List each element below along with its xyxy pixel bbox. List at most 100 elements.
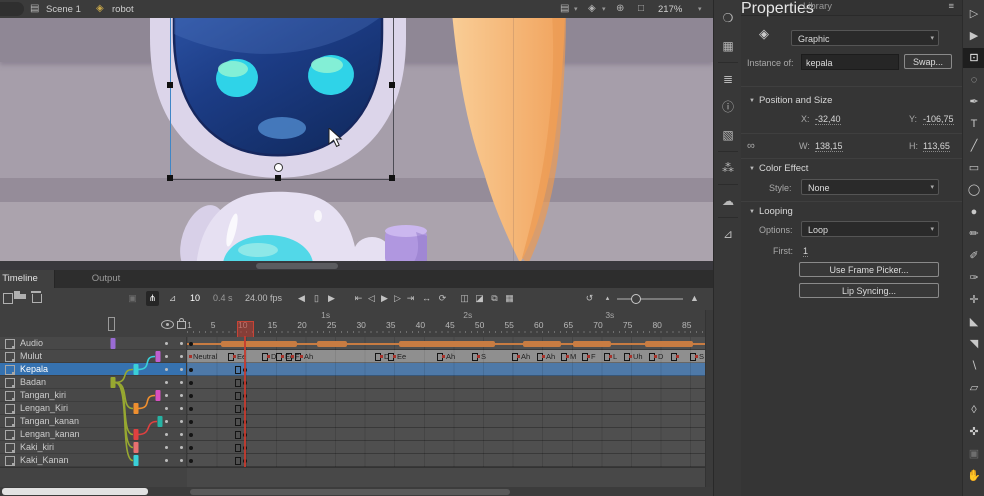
link-dimensions-icon[interactable]: ∞ [747,140,755,152]
info-panel-icon[interactable]: ⓘ [714,95,742,119]
layer-parent-chip[interactable] [111,338,116,349]
rectangle-tool[interactable]: ▭ [963,158,984,178]
frame-row-Kaki_kiri[interactable] [187,441,705,454]
graph-editor-toggle-icon[interactable]: ⊿ [166,291,179,306]
x-value[interactable]: -32,40 [815,114,841,125]
selection-tool[interactable]: ▷ [963,4,984,24]
layer-parent-chip[interactable] [111,377,116,388]
frame-row-Lengan_kanan[interactable] [187,428,705,441]
layer-parent-chip[interactable] [134,442,139,453]
current-frame-button[interactable]: ▯ [310,291,323,306]
eyedropper-tool[interactable]: ∖ [963,356,984,376]
frame-row-Lengan_Kiri[interactable] [187,402,705,415]
play-button[interactable]: ▶ [378,291,391,306]
step-forward-button[interactable]: ▷ [391,291,404,306]
layer-parent-chip[interactable] [134,364,139,375]
scene-menu-icon[interactable]: ▤ [560,3,569,15]
center-playhead-button[interactable]: ↔ [420,291,433,306]
width-tool[interactable]: ◊ [963,400,984,420]
transform-handle-bottom-center[interactable] [275,175,281,181]
pencil-tool[interactable]: ✏ [963,224,984,244]
center-stage-icon[interactable]: ⊕ [616,3,624,15]
current-frame-field[interactable]: 10 [190,293,200,303]
subselection-tool[interactable]: ▶ [963,26,984,46]
frame-ruler[interactable]: 15101520253035404550556065707580851s2s3s [187,310,705,337]
pen-tool[interactable]: ✒ [963,92,984,112]
symbol-menu-icon[interactable]: ◈ [588,3,596,15]
swatches-panel-icon[interactable]: ▦ [714,34,742,58]
line-tool[interactable]: ╱ [963,136,984,156]
timeline-zoom-out-icon[interactable]: ▴ [601,291,614,306]
timeline-zoom-slider[interactable] [617,298,683,300]
transform-handle-right[interactable] [389,82,395,88]
use-frame-picker-button[interactable]: Use Frame Picker... [799,262,939,277]
eraser-tool[interactable]: ▱ [963,378,984,398]
frame-rate-field[interactable]: 24.00 fps [245,293,282,303]
tab-library[interactable]: Library [803,1,832,12]
timeline-horizontal-scrollbar[interactable] [0,487,713,496]
new-layer-button[interactable] [3,293,13,304]
transform-panel-icon[interactable]: ▧ [714,123,742,147]
playhead-line[interactable] [244,336,246,467]
transform-handle-left[interactable] [167,82,173,88]
transform-handle-bottom-left[interactable] [167,175,173,181]
swap-button[interactable]: Swap... [904,54,952,69]
transform-handle-bottom-right[interactable] [389,175,395,181]
cc-libraries-panel-icon[interactable]: ☁ [714,189,742,213]
timeline-zoom-in-icon[interactable]: ▲ [688,291,701,306]
bone-tool[interactable]: ✛ [963,290,984,310]
scene-menu-caret-icon[interactable]: ▾ [574,5,578,13]
tab-timeline[interactable]: Timeline [0,270,55,288]
w-value[interactable]: 138,15 [815,141,843,152]
frame-markers-button[interactable]: ▦ [503,291,516,306]
reset-timeline-zoom-icon[interactable]: ↺ [583,291,596,306]
lip-syncing-button[interactable]: Lip Syncing... [799,283,939,298]
prev-keyframe-button[interactable]: ◀ [295,291,308,306]
color-panel-icon[interactable]: ❍ [714,6,742,30]
zoom-caret-icon[interactable]: ▾ [698,5,702,13]
frame-area-rows[interactable]: NeutralEeDEeFAhDEeAhSAhAhMFLUhDS [187,337,705,467]
tab-output[interactable]: Output [70,270,142,288]
symbol-menu-caret-icon[interactable]: ▾ [602,5,606,13]
onion-skin-button[interactable]: ◫ [458,291,471,306]
layer-parent-chip[interactable] [134,403,139,414]
frame-row-Tangan_kiri[interactable] [187,389,705,402]
lasso-tool[interactable]: ◌ [963,70,984,90]
hand-tool[interactable]: ✋ [963,466,984,486]
scrollbar-thumb[interactable] [256,263,338,269]
go-first-frame-button[interactable]: ⇤ [352,291,365,306]
style-dropdown[interactable]: None▾ [801,179,939,195]
frame-scrollbar-thumb[interactable] [190,489,510,495]
frame-row-Badan[interactable] [187,376,705,389]
free-transform-tool[interactable]: ⊡ [963,48,984,68]
selection-bounding-box[interactable] [170,18,394,180]
clip-content-icon[interactable]: □ [638,3,644,15]
layer-parent-chip[interactable] [156,351,161,362]
delete-layer-button[interactable] [32,294,42,303]
go-last-frame-button[interactable]: ⇥ [404,291,417,306]
ink-bottle-tool[interactable]: ◥ [963,334,984,354]
frame-row-Kepala[interactable] [187,363,705,376]
brush-library-panel-icon[interactable]: ⁂ [714,156,742,180]
oval-tool[interactable]: ◯ [963,180,984,200]
layer-parent-chip[interactable] [134,429,139,440]
frame-row-Mulut[interactable]: NeutralEeDEeFAhDEeAhSAhAhMFLUhDS [187,350,705,363]
instance-name-field[interactable]: kepala [801,54,899,70]
motion-editor-panel-icon[interactable]: ⊿ [714,222,742,246]
frame-row-Kaki_Kanan[interactable] [187,454,705,467]
y-value[interactable]: -106,75 [923,114,954,125]
transformation-point[interactable] [274,163,283,172]
frame-row-Tangan_kanan[interactable] [187,415,705,428]
fluid-brush-tool[interactable]: ✑ [963,268,984,288]
camera-toggle-icon[interactable]: ▣ [126,291,139,306]
onion-skin-outlines-button[interactable]: ◪ [473,291,486,306]
looping-header[interactable]: ▼Looping [749,206,793,217]
loop-options-dropdown[interactable]: Loop▾ [801,221,939,237]
step-back-button[interactable]: ◁ [365,291,378,306]
stage-zoom-level[interactable]: 217% [658,4,682,15]
lock-all-icon[interactable] [177,321,186,329]
paint-brush-tool[interactable]: ✐ [963,246,984,266]
layer-parent-chip[interactable] [134,455,139,466]
position-size-header[interactable]: ▼Position and Size [749,95,832,106]
scene-breadcrumb[interactable]: Scene 1 [46,4,81,15]
